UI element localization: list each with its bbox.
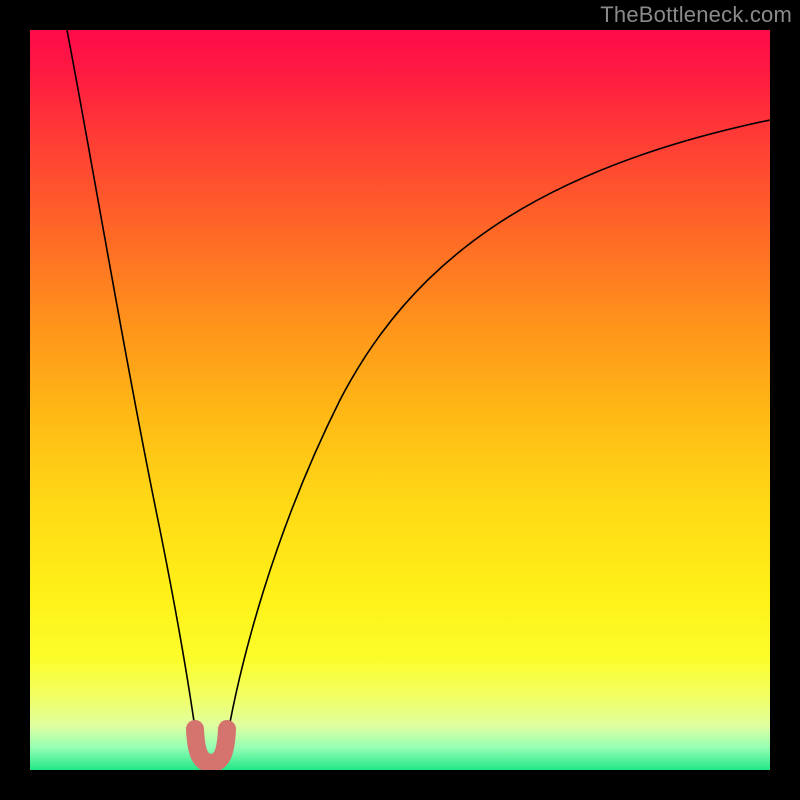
curve-overlay xyxy=(30,30,770,770)
curve-left-branch xyxy=(67,30,198,750)
valley-marker-stroke xyxy=(195,729,227,763)
plot-area xyxy=(30,30,770,770)
watermark-text: TheBottleneck.com xyxy=(600,2,792,28)
curve-right-branch xyxy=(225,120,770,750)
chart-frame: TheBottleneck.com xyxy=(0,0,800,800)
